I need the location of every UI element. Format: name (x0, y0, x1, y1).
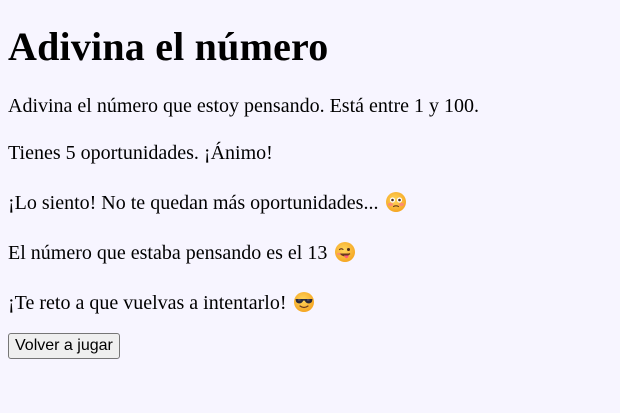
flushed-face-icon (385, 191, 407, 213)
retry-message: ¡Te reto a que vuelvas a intentarlo! (8, 291, 612, 315)
page-title: Adivina el número (8, 24, 329, 69)
lose-message: ¡Lo siento! No te quedan más oportunidad… (8, 191, 612, 215)
winking-tongue-face-icon (334, 241, 356, 263)
attempts-label: Tienes 5 oportunidades. ¡Ánimo! (8, 142, 273, 164)
instructions-text: Adivina el número que estoy pensando. Es… (8, 94, 612, 118)
play-again-button[interactable]: Volver a jugar (8, 333, 120, 359)
reveal-message-label: El número que estaba pensando es el 13 (8, 242, 328, 264)
attempts-text: Tienes 5 oportunidades. ¡Ánimo! (8, 141, 612, 165)
reveal-message: El número que estaba pensando es el 13 (8, 241, 612, 265)
lose-message-label: ¡Lo siento! No te quedan más oportunidad… (8, 192, 379, 214)
retry-message-label: ¡Te reto a que vuelvas a intentarlo! (8, 292, 287, 314)
instructions-label: Adivina el número que estoy pensando. Es… (8, 95, 479, 117)
sunglasses-face-icon (293, 291, 315, 313)
game-container: Adivina el número Adivina el número que … (8, 0, 612, 359)
